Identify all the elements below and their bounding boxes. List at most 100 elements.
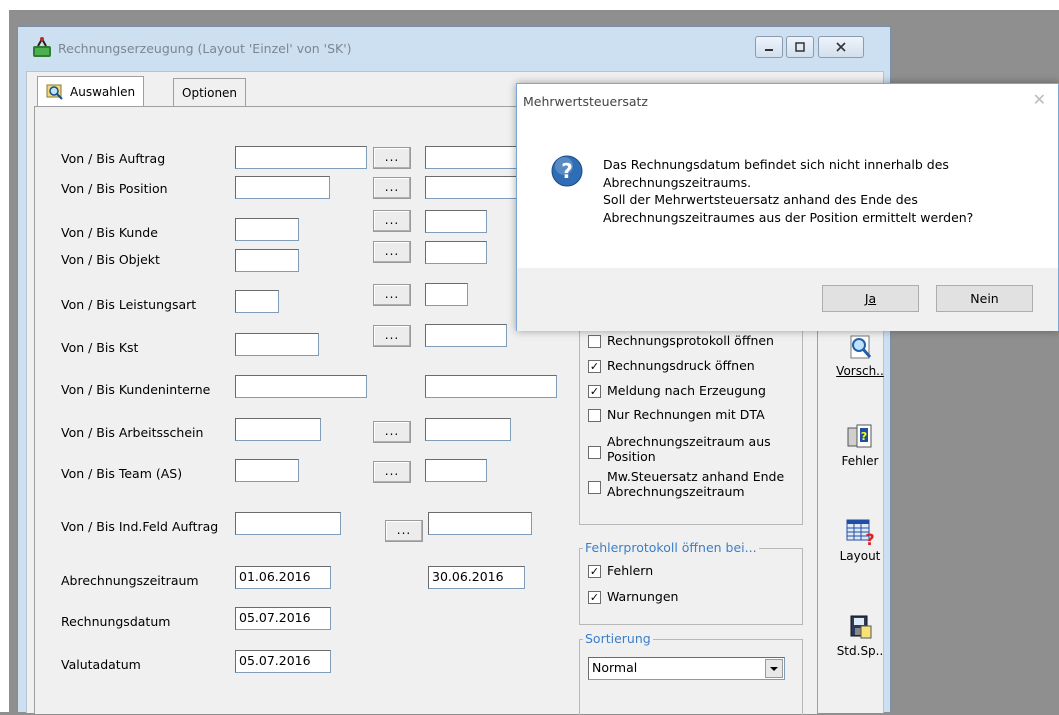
minimize-icon — [765, 49, 773, 51]
fehlerprotokoll-fehlern-checkbox[interactable]: ✓ — [588, 565, 601, 578]
kundeninterne-bis-input[interactable] — [425, 375, 557, 398]
leistungsart-bis-input[interactable] — [425, 283, 468, 306]
option-rechnungsprotokoll-checkbox[interactable] — [588, 335, 601, 348]
auftrag-von-lookup-button[interactable]: ... — [373, 147, 411, 169]
option-mwst-ende[interactable]: Mw.Steuersatz anhand Ende Abrechnungszei… — [588, 469, 793, 499]
option-abrechnungszeitraum-position-label: Abrechnungszeitraum aus Position — [607, 434, 771, 464]
dialog-footer: Ja Nein — [517, 268, 1058, 331]
arbeitsschein-von-input[interactable] — [235, 418, 321, 441]
desktop-left — [0, 10, 9, 712]
option-nur-dta-checkbox[interactable] — [588, 409, 601, 422]
kst-lookup-button[interactable]: ... — [373, 325, 411, 347]
tab-optionen-label: Optionen — [182, 85, 238, 100]
option-meldung[interactable]: ✓ Meldung nach Erzeugung — [588, 383, 766, 398]
dialog-message: Das Rechnungsdatum befindet sich nicht i… — [603, 156, 973, 226]
option-rechnungsdruck[interactable]: ✓ Rechnungsdruck öffnen — [588, 358, 755, 373]
leistungsart-label: Von / Bis Leistungsart — [61, 297, 197, 312]
position-label: Von / Bis Position — [61, 181, 168, 196]
svg-text:?: ? — [865, 530, 874, 547]
option-mwst-ende-checkbox[interactable] — [588, 481, 601, 494]
team-label: Von / Bis Team (AS) — [61, 466, 183, 481]
layout-grid-icon: ? — [846, 519, 875, 547]
arbeitsschein-lookup-button[interactable]: ... — [373, 421, 411, 443]
fehler-button[interactable]: ? Fehler — [828, 422, 892, 468]
option-abrechnungszeitraum-position-checkbox[interactable] — [588, 446, 601, 459]
dialog-message-line1: Das Rechnungsdatum befindet sich nicht i… — [603, 157, 949, 172]
objekt-lookup-button[interactable]: ... — [373, 241, 411, 263]
fehlerprotokoll-warnungen-label: Warnungen — [607, 589, 679, 604]
stdsp-button[interactable]: Std.Sp.. — [828, 612, 892, 658]
position-bis-input[interactable] — [425, 176, 517, 199]
option-rechnungsdruck-label: Rechnungsdruck öffnen — [607, 358, 755, 373]
window-title: Rechnungserzeugung (Layout 'Einzel' von … — [58, 41, 352, 56]
tab-optionen[interactable]: Optionen — [173, 78, 247, 106]
stdsp-label: Std.Sp.. — [836, 644, 884, 658]
mwst-dialog: Mehrwertsteuersatz ✕ ? Das Rechnungsdatu… — [516, 83, 1059, 331]
dialog-message-line2: Abrechnungszeitraums. — [603, 174, 752, 190]
kunde-bis-input[interactable] — [425, 210, 487, 233]
leistungsart-lookup-button[interactable]: ... — [373, 284, 411, 306]
option-meldung-checkbox[interactable]: ✓ — [588, 385, 601, 398]
svg-text:?: ? — [861, 430, 867, 443]
tab-auswahlen[interactable]: Auswahlen — [37, 76, 145, 106]
objekt-bis-input[interactable] — [425, 241, 487, 264]
option-nur-dta[interactable]: Nur Rechnungen mit DTA — [588, 407, 765, 422]
auftrag-von-input[interactable] — [235, 146, 367, 169]
option-abrechnungszeitraum-position[interactable]: Abrechnungszeitraum aus Position — [588, 434, 793, 464]
kst-label: Von / Bis Kst — [61, 340, 139, 355]
auftrag-bis-input[interactable] — [425, 146, 517, 169]
option-mwst-ende-label: Mw.Steuersatz anhand Ende Abrechnungszei… — [607, 469, 785, 499]
auftrag-label: Von / Bis Auftrag — [61, 151, 166, 166]
abrechnungszeitraum-bis-input[interactable]: 30.06.2016 — [428, 566, 525, 589]
objekt-von-input[interactable] — [235, 249, 299, 272]
team-von-input[interactable] — [235, 459, 299, 482]
leistungsart-von-input[interactable] — [235, 290, 279, 313]
fehlerprotokoll-fehlern[interactable]: ✓ Fehlern — [588, 563, 653, 578]
dialog-no-button[interactable]: Nein — [936, 285, 1033, 312]
valutadatum-input[interactable]: 05.07.2016 — [235, 650, 331, 673]
fehlerprotokoll-warnungen-checkbox[interactable]: ✓ — [588, 591, 601, 604]
preview-magnifier-icon — [850, 335, 872, 359]
layout-button[interactable]: ? Layout — [828, 517, 892, 563]
position-lookup-button[interactable]: ... — [373, 177, 411, 199]
app-icon — [33, 36, 51, 57]
indfeld-von-input[interactable] — [235, 512, 341, 535]
kunde-label: Von / Bis Kunde — [61, 225, 158, 240]
sortierung-select[interactable]: Normal — [588, 657, 785, 680]
team-lookup-button[interactable]: ... — [373, 461, 411, 483]
minimize-button[interactable] — [755, 36, 783, 58]
kundeninterne-von-input[interactable] — [235, 375, 367, 398]
svg-text:?: ? — [561, 159, 573, 183]
option-rechnungsprotokoll-label: Rechnungsprotokoll öffnen — [607, 333, 774, 348]
fehler-label: Fehler — [841, 454, 879, 468]
option-rechnungsdruck-checkbox[interactable]: ✓ — [588, 360, 601, 373]
arbeitsschein-label: Von / Bis Arbeitsschein — [61, 425, 204, 440]
vorschau-button[interactable]: Vorsch.. — [828, 334, 892, 378]
indfeld-bis-input[interactable] — [428, 512, 532, 535]
team-bis-input[interactable] — [425, 459, 487, 482]
dialog-close-button[interactable]: ✕ — [1033, 90, 1046, 109]
sortierung-title: Sortierung — [583, 631, 653, 646]
save-disk-icon — [850, 615, 872, 639]
kst-von-input[interactable] — [235, 333, 319, 356]
abrechnungszeitraum-von-input[interactable]: 01.06.2016 — [235, 566, 331, 589]
option-rechnungsprotokoll[interactable]: Rechnungsprotokoll öffnen — [588, 333, 774, 348]
maximize-button[interactable] — [786, 36, 814, 58]
close-button[interactable] — [818, 36, 864, 58]
error-log-icon: ? — [847, 424, 872, 448]
sortierung-dropdown-arrow[interactable] — [765, 659, 783, 678]
arbeitsschein-bis-input[interactable] — [425, 418, 511, 441]
fehlerprotokoll-group — [579, 548, 803, 625]
fehlerprotokoll-warnungen[interactable]: ✓ Warnungen — [588, 589, 678, 604]
dialog-no-label: Nein — [970, 291, 999, 306]
position-von-input[interactable] — [235, 176, 330, 199]
kunde-lookup-button[interactable]: ... — [373, 210, 411, 232]
kunde-von-input[interactable] — [235, 218, 299, 241]
indfeld-lookup-button[interactable]: ... — [385, 520, 423, 542]
dialog-yes-button[interactable]: Ja — [822, 285, 919, 312]
kst-bis-input[interactable] — [425, 324, 507, 347]
rechnungsdatum-input[interactable]: 05.07.2016 — [235, 607, 331, 630]
rechnungsdatum-label: Rechnungsdatum — [61, 614, 171, 629]
dialog-message-line4: Abrechnungszeitraumes aus der Position e… — [603, 209, 974, 225]
sortierung-selected: Normal — [592, 660, 638, 675]
